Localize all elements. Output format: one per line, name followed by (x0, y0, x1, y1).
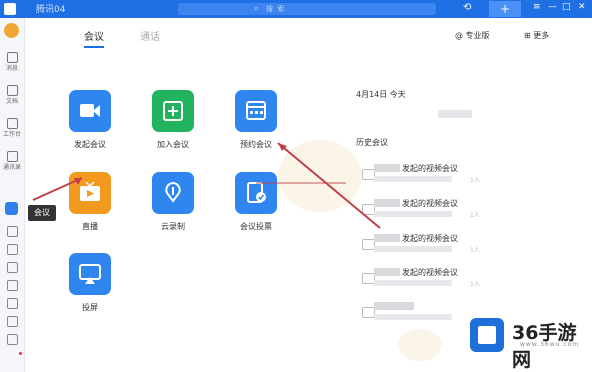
video-camera-icon (69, 90, 111, 132)
history-item-title: 发起的视频会议 (402, 234, 458, 243)
mascot-watermark (278, 140, 362, 212)
mascot-watermark-small (398, 329, 442, 361)
blurred-name (374, 199, 400, 207)
blurred-time (374, 211, 452, 217)
tab-calls[interactable]: 通话 (140, 28, 160, 43)
history-title: 历史会议 (356, 138, 388, 147)
approval-nav-icon[interactable] (7, 280, 18, 291)
search-icon: ⌕ (254, 4, 259, 13)
settings-nav-icon[interactable] (7, 334, 18, 345)
cloud-record-tile[interactable]: 云录制 (143, 172, 203, 232)
notification-dot (19, 352, 22, 355)
nav-item-workbench[interactable]: 工作台 (0, 118, 24, 138)
nav-item-docs[interactable]: 文档 (0, 85, 24, 105)
history-item-count: 1人 (470, 177, 480, 184)
nav-label: 消息 (5, 65, 18, 72)
history-item-title: 发起的视频会议 (402, 268, 458, 277)
tile-label: 直播 (82, 222, 98, 231)
blurred-time (374, 314, 452, 320)
today-date: 4月14日 今天 (356, 90, 406, 99)
menu-button[interactable]: ≡ (533, 2, 541, 12)
plus-icon (152, 90, 194, 132)
mail-nav-icon[interactable] (7, 316, 18, 327)
blurred-time (374, 176, 452, 182)
nav-item-contacts[interactable]: 通讯录 (0, 151, 24, 171)
blurred-time (374, 246, 452, 252)
vote-icon (235, 172, 277, 214)
minimize-button[interactable]: — (548, 2, 557, 12)
blurred-text (438, 110, 472, 118)
history-item-count: 1人 (470, 212, 480, 219)
nav-label: 文档 (5, 98, 18, 105)
tile-label: 投屏 (82, 303, 98, 312)
blurred-name (374, 234, 400, 242)
tools-nav-icon[interactable] (7, 298, 18, 309)
calendar-icon (235, 90, 277, 132)
left-nav: 消息 文档 工作台 通讯录 (0, 18, 25, 372)
nav-tooltip: 会议 (28, 205, 56, 221)
tv-play-icon (69, 172, 111, 214)
nav-label: 工作台 (2, 131, 21, 138)
history-item-count: 1人 (470, 247, 480, 254)
history-item-count: 1人 (470, 281, 480, 288)
site-logo-icon (470, 318, 504, 352)
screen-cast-tile[interactable]: 投屏 (60, 253, 120, 313)
search-bar[interactable]: ⌕ 搜 索 (178, 3, 436, 15)
history-item-title: 发起的视频会议 (402, 164, 458, 173)
new-button[interactable]: + (489, 1, 521, 17)
document-icon (6, 85, 18, 96)
message-icon (6, 52, 18, 63)
close-button[interactable]: ✕ (578, 2, 586, 12)
schedule-meeting-tile[interactable]: 预约会议 (226, 90, 286, 150)
drive-nav-icon[interactable] (7, 244, 18, 255)
personal-meeting-link[interactable]: @ 专业版 (455, 30, 490, 41)
tile-label: 云录制 (161, 222, 185, 231)
start-meeting-tile[interactable]: 发起会议 (60, 90, 120, 150)
join-meeting-tile[interactable]: 加入会议 (143, 90, 203, 150)
history-item-title: 发起的视频会议 (402, 199, 458, 208)
email-nav-icon[interactable] (7, 262, 18, 273)
nav-label: 通讯录 (2, 164, 21, 171)
blurred-time (374, 280, 452, 286)
screen-cast-icon (69, 253, 111, 295)
app-name: 腾讯04 (36, 5, 66, 15)
avatar[interactable] (4, 23, 19, 38)
workbench-icon (6, 118, 18, 129)
more-link[interactable]: ⊞ 更多 (524, 30, 549, 41)
tab-meetings[interactable]: 会议 (84, 28, 104, 48)
history-item[interactable]: 发起的视频会议 1人 (360, 232, 560, 258)
history-item[interactable]: 发起的视频会议 1人 (360, 162, 560, 188)
tile-label: 预约会议 (240, 140, 272, 149)
cloud-record-icon (152, 172, 194, 214)
title-bar: 腾讯04 ⌕ 搜 索 ⟲ + ≡ — □ ✕ (0, 0, 592, 18)
tile-label: 会议投票 (240, 222, 272, 231)
meeting-nav-icon[interactable] (5, 202, 18, 215)
blurred-name (374, 164, 400, 172)
vote-tile[interactable]: 会议投票 (226, 172, 286, 232)
history-item[interactable]: 发起的视频会议 1人 (360, 197, 560, 223)
live-tile[interactable]: 直播 (60, 172, 120, 232)
history-icon[interactable]: ⟲ (463, 2, 471, 13)
calendar-nav-icon[interactable] (7, 226, 18, 237)
blurred-name (374, 302, 414, 310)
blurred-name (374, 268, 400, 276)
maximize-button[interactable]: □ (562, 2, 571, 12)
contacts-icon (6, 151, 18, 162)
app-logo-icon (4, 3, 16, 15)
history-item[interactable]: 发起的视频会议 1人 (360, 266, 560, 292)
search-placeholder: 搜 索 (266, 5, 286, 13)
tile-label: 加入会议 (157, 140, 189, 149)
site-url: www.36wu.com (520, 341, 580, 348)
nav-item-messages[interactable]: 消息 (0, 52, 24, 72)
tile-label: 发起会议 (74, 140, 106, 149)
